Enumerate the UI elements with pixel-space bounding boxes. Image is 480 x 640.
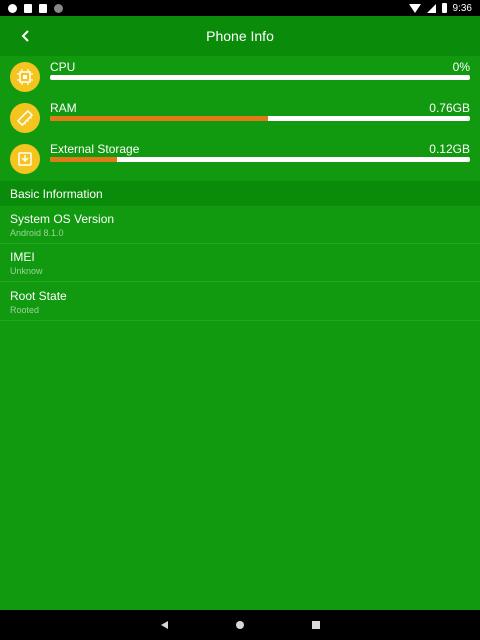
app-toolbar: Phone Info bbox=[0, 16, 480, 56]
back-icon[interactable] bbox=[160, 621, 168, 629]
status-bar: 9:36 bbox=[0, 0, 480, 16]
notification-icon bbox=[8, 3, 17, 13]
ram-usage-bar bbox=[50, 116, 470, 121]
cpu-usage-bar bbox=[50, 75, 470, 80]
info-value: Unknow bbox=[10, 266, 43, 276]
info-value: Android 8.1.0 bbox=[10, 228, 64, 238]
signal-icon bbox=[426, 3, 436, 13]
back-arrow-icon bbox=[21, 30, 29, 42]
status-bar-right: 9:36 bbox=[408, 2, 472, 14]
info-item-imei[interactable]: IMEI Unknow bbox=[0, 244, 480, 282]
storage-icon bbox=[10, 144, 40, 174]
status-time: 9:36 bbox=[452, 2, 472, 14]
resource-cpu: CPU 0% bbox=[0, 58, 480, 98]
cpu-icon bbox=[10, 62, 40, 92]
info-title: System OS Version bbox=[10, 212, 115, 226]
ram-icon bbox=[10, 103, 40, 133]
app-icon bbox=[24, 3, 32, 13]
storage-usage-bar bbox=[50, 157, 470, 162]
page-title: Phone Info bbox=[206, 28, 274, 44]
info-title: IMEI bbox=[10, 250, 35, 264]
sd-card-icon bbox=[39, 3, 47, 13]
ram-value: 0.76GB bbox=[429, 101, 470, 115]
resource-storage: External Storage 0.12GB bbox=[0, 140, 480, 180]
recents-icon[interactable] bbox=[311, 621, 320, 629]
storage-label: External Storage bbox=[50, 142, 140, 156]
ram-label: RAM bbox=[50, 101, 77, 115]
wifi-icon bbox=[408, 3, 421, 13]
storage-value: 0.12GB bbox=[429, 142, 470, 156]
info-title: Root State bbox=[10, 289, 67, 303]
status-bar-left bbox=[8, 3, 63, 13]
sync-icon bbox=[54, 3, 63, 13]
info-item-os-version[interactable]: System OS Version Android 8.1.0 bbox=[0, 206, 480, 244]
cpu-value: 0% bbox=[452, 60, 470, 74]
section-header-basic-information: Basic Information bbox=[0, 181, 480, 206]
battery-icon bbox=[441, 3, 447, 13]
info-value: Rooted bbox=[10, 305, 40, 315]
info-item-root-state[interactable]: Root State Rooted bbox=[0, 283, 480, 321]
back-button[interactable] bbox=[14, 24, 38, 48]
cpu-label: CPU bbox=[50, 60, 76, 74]
resource-ram: RAM 0.76GB bbox=[0, 99, 480, 139]
storage-usage-fill bbox=[50, 157, 118, 162]
system-nav-bar bbox=[0, 610, 480, 640]
ram-usage-fill bbox=[50, 116, 269, 121]
home-icon[interactable] bbox=[235, 621, 244, 629]
